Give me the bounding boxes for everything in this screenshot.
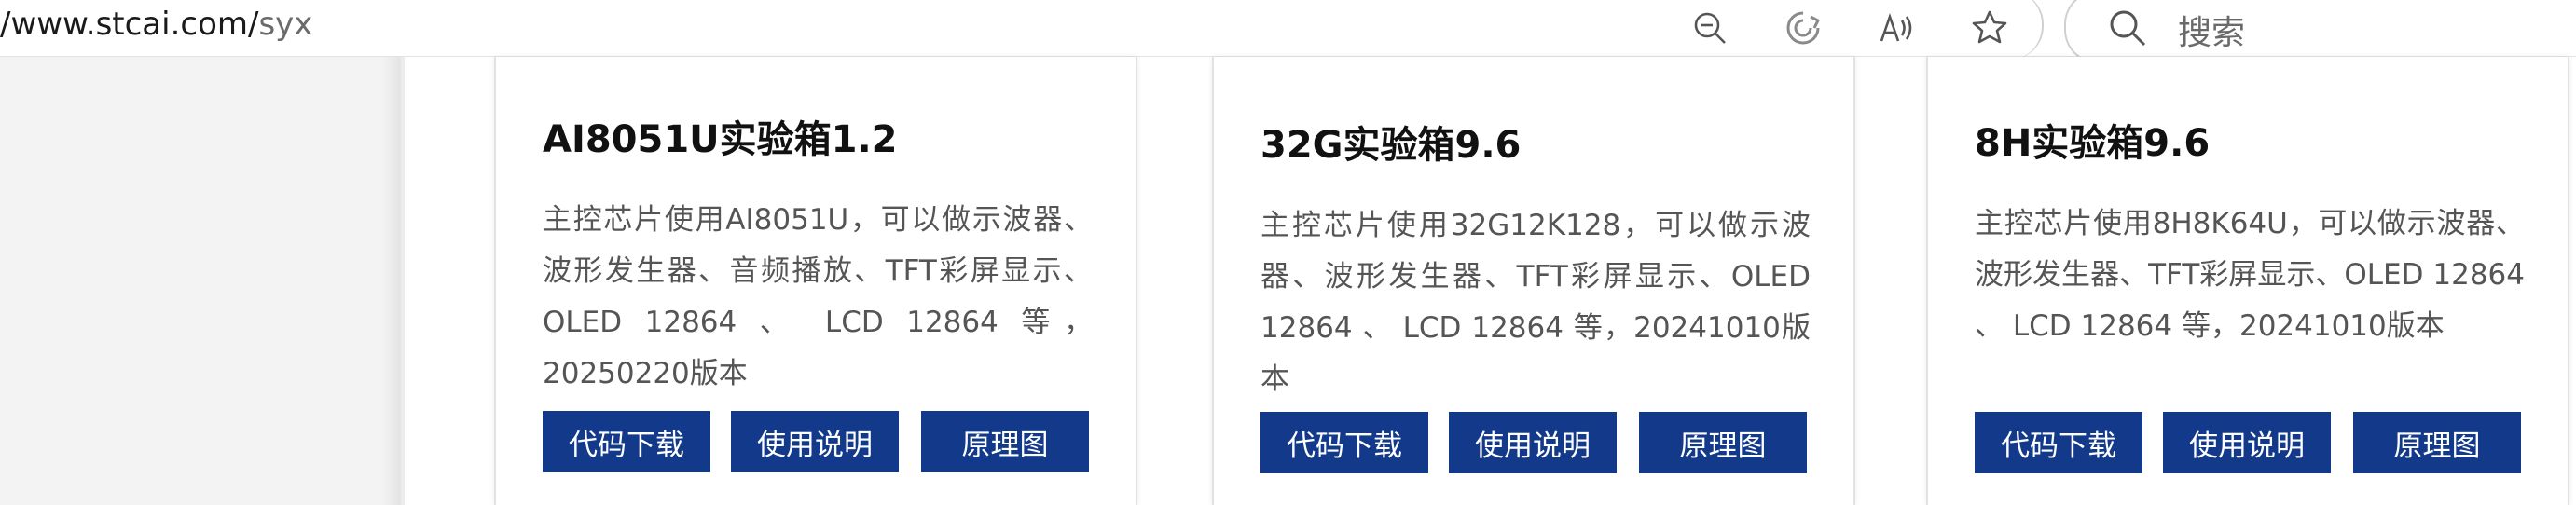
card-description: 主控芯片使用8H8K64U，可以做示波器、波形发生器、TFT彩屏显示、OLED …: [1975, 207, 2525, 343]
zoom-out-icon[interactable]: [1686, 4, 1734, 52]
user-manual-button[interactable]: 使用说明: [731, 411, 899, 472]
card-title: 32G实验箱9.6: [1260, 124, 1522, 167]
search-placeholder: 搜索: [2178, 14, 2246, 52]
schematic-button[interactable]: 原理图: [1639, 412, 1807, 473]
card-title: 8H实验箱9.6: [1975, 122, 2211, 165]
browser-toolbar: /www.stcai.com/syx 搜索: [0, 0, 2576, 63]
code-download-button[interactable]: 代码下载: [1260, 412, 1428, 473]
card-description: 主控芯片使用AI8051U，可以做示波器、波形发生器、音频播放、TFT彩屏显示、…: [543, 203, 1093, 390]
user-manual-button[interactable]: 使用说明: [2163, 412, 2331, 473]
product-card: 8H实验箱9.6 主控芯片使用8H8K64U，可以做示波器、波形发生器、TFT彩…: [1926, 57, 2569, 505]
user-manual-button[interactable]: 使用说明: [1449, 412, 1617, 473]
address-bar-url[interactable]: /www.stcai.com/syx: [0, 6, 312, 43]
url-host: /www.stcai.com/: [0, 6, 259, 43]
read-aloud-icon[interactable]: [1872, 4, 1921, 52]
product-card: 32G实验箱9.6 主控芯片使用32G12K128，可以做示波器、波形发生器、T…: [1212, 57, 1855, 505]
product-card: AI8051U实验箱1.2 主控芯片使用AI8051U，可以做示波器、波形发生器…: [494, 57, 1137, 505]
card-title: AI8051U实验箱1.2: [543, 118, 898, 161]
left-gutter: [0, 57, 401, 505]
code-download-button[interactable]: 代码下载: [1975, 412, 2142, 473]
extension-icon[interactable]: [1779, 4, 1827, 52]
address-bar-end: [1995, 0, 2044, 60]
url-path: syx: [258, 6, 313, 43]
left-gutter-shadow: [382, 57, 405, 505]
page-content: AI8051U实验箱1.2 主控芯片使用AI8051U，可以做示波器、波形发生器…: [0, 57, 2576, 505]
code-download-button[interactable]: 代码下载: [543, 411, 710, 472]
schematic-button[interactable]: 原理图: [921, 411, 1089, 472]
search-icon: [2105, 6, 2150, 50]
card-description: 主控芯片使用32G12K128，可以做示波器、波形发生器、TFT彩屏显示、OLE…: [1260, 209, 1811, 396]
schematic-button[interactable]: 原理图: [2353, 412, 2521, 473]
